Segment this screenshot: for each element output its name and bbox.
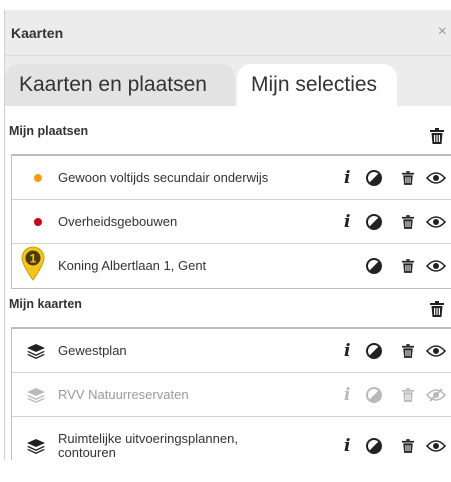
style-icon[interactable]: [366, 169, 382, 186]
maps-heading: Mijn kaarten: [9, 297, 82, 311]
trash-icon[interactable]: [402, 439, 414, 453]
orange-dot-icon: [34, 173, 42, 182]
maps-section-header: Mijn kaarten: [5, 289, 451, 325]
delete-all-maps-icon[interactable]: [430, 301, 444, 317]
red-dot-icon: [34, 217, 42, 226]
list-item[interactable]: Ruimtelijke uitvoeringsplannen, contoure…: [12, 417, 451, 460]
style-icon[interactable]: [366, 386, 382, 403]
map-pin-icon: 1: [20, 245, 46, 281]
info-icon[interactable]: i: [344, 341, 350, 361]
style-icon[interactable]: [366, 342, 382, 359]
info-icon[interactable]: i: [344, 168, 350, 188]
pin-number: 1: [30, 252, 37, 266]
map-label: RVV Natuurreservaten: [58, 386, 189, 402]
layers-icon: [26, 343, 46, 359]
eye-icon[interactable]: [426, 439, 446, 453]
panel-title: Kaarten: [11, 24, 64, 41]
eye-off-icon[interactable]: [426, 387, 446, 402]
places-section-header: Mijn plaatsen: [5, 116, 451, 152]
list-item[interactable]: 1 Koning Albertlaan 1, Gent: [12, 244, 451, 288]
info-icon[interactable]: i: [344, 436, 350, 456]
trash-icon[interactable]: [402, 170, 414, 185]
info-icon[interactable]: i: [344, 385, 350, 405]
tab-my-selections[interactable]: Mijn selecties: [237, 64, 397, 106]
trash-icon[interactable]: [402, 259, 414, 273]
places-list: Gewoon voltijds secundair onderwijs i Ov…: [11, 154, 451, 289]
list-item[interactable]: Overheidsgebouwen i: [12, 200, 451, 244]
delete-all-places-icon[interactable]: [430, 128, 444, 144]
maps-panel: Kaarten × Kaarten en plaatsen Mijn selec…: [4, 10, 451, 460]
tab-bar: Kaarten en plaatsen Mijn selecties: [5, 56, 451, 106]
trash-icon[interactable]: [402, 214, 414, 229]
layers-icon: [26, 387, 46, 403]
layers-icon: [26, 438, 46, 454]
panel-header: Kaarten ×: [5, 10, 451, 56]
trash-icon[interactable]: [402, 387, 414, 402]
places-heading: Mijn plaatsen: [9, 124, 89, 138]
map-label: Ruimtelijke uitvoeringsplannen, contoure…: [58, 431, 238, 460]
eye-icon[interactable]: [426, 171, 446, 185]
place-label: Overheidsgebouwen: [58, 213, 178, 229]
tab-maps-and-places[interactable]: Kaarten en plaatsen: [5, 64, 235, 106]
eye-icon[interactable]: [426, 344, 446, 358]
list-item[interactable]: Gewestplan i: [12, 329, 451, 373]
eye-icon[interactable]: [426, 259, 446, 273]
style-icon[interactable]: [366, 438, 382, 454]
place-label: Gewoon voltijds secundair onderwijs: [58, 169, 269, 185]
list-item[interactable]: RVV Natuurreservaten i: [12, 373, 451, 417]
list-item[interactable]: Gewoon voltijds secundair onderwijs i: [12, 156, 451, 200]
style-icon[interactable]: [366, 213, 382, 230]
map-label: Gewestplan: [58, 342, 127, 358]
close-icon[interactable]: ×: [438, 24, 447, 40]
trash-icon[interactable]: [402, 343, 414, 358]
info-icon[interactable]: i: [344, 212, 350, 232]
place-label: Koning Albertlaan 1, Gent: [58, 258, 207, 273]
style-icon[interactable]: [366, 258, 382, 274]
maps-list: Gewestplan i RVV Natuurreservaten i Ruim…: [11, 327, 451, 460]
eye-icon[interactable]: [426, 215, 446, 229]
